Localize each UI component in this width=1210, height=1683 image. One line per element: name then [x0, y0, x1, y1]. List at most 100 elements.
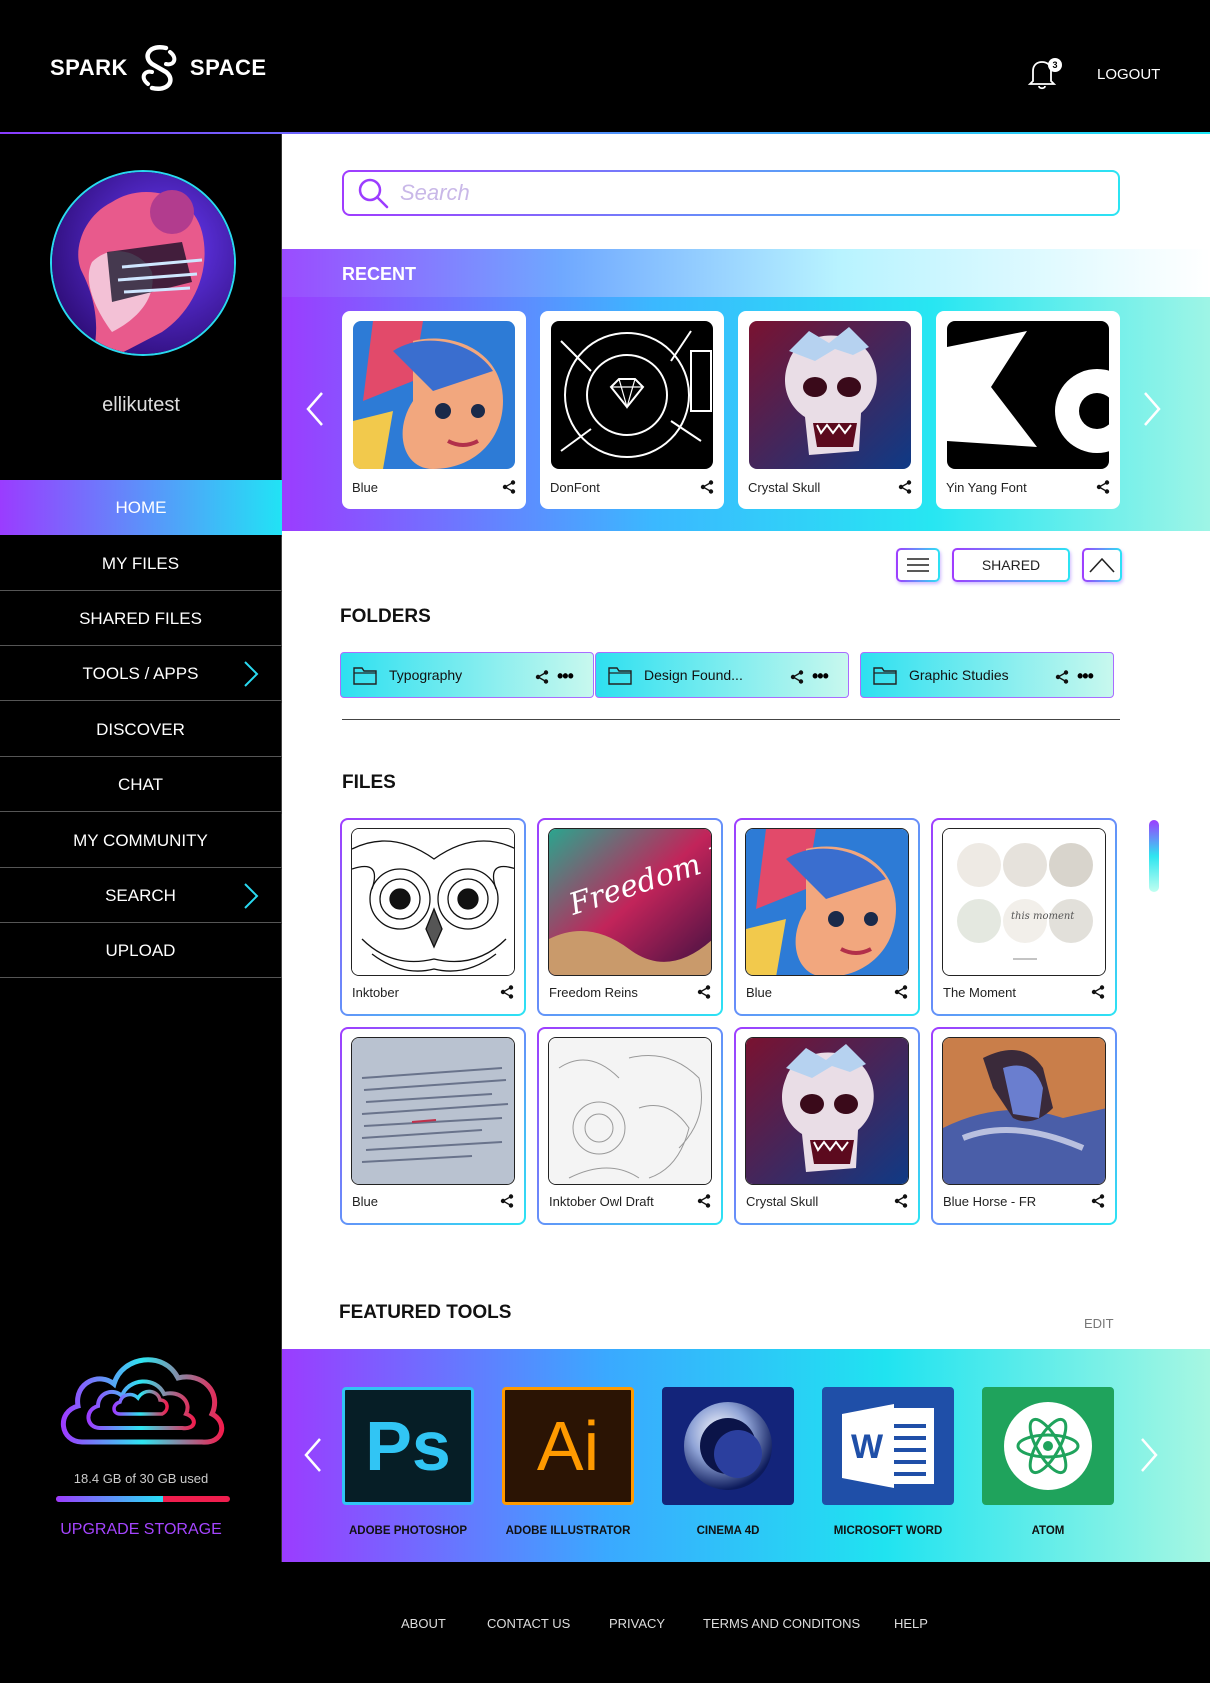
recent-card[interactable]: DonFont — [540, 311, 724, 509]
more-options-icon[interactable]: ••• — [557, 666, 574, 687]
recent-card[interactable]: Blue — [342, 311, 526, 509]
folder-item[interactable]: Typography ••• — [340, 652, 594, 698]
file-card[interactable]: Inktober — [340, 818, 526, 1016]
nav-tools-apps[interactable]: TOOLS / APPS — [0, 647, 282, 701]
folder-label: Graphic Studies — [909, 667, 1009, 683]
share-icon[interactable] — [502, 480, 516, 494]
username: ellikutest — [102, 394, 180, 416]
recent-thumbnail — [551, 321, 713, 469]
tool-word[interactable]: W MICROSOFT WORD — [822, 1387, 954, 1537]
tool-atom[interactable]: ATOM — [982, 1387, 1114, 1537]
recent-thumbnail — [749, 321, 911, 469]
file-card[interactable]: Blue Horse - FR — [931, 1027, 1117, 1225]
word-glyph: W — [851, 1428, 884, 1466]
edit-tools-link[interactable]: EDIT — [1084, 1316, 1114, 1331]
spark-logo-icon — [141, 44, 177, 92]
file-card[interactable]: Crystal Skull — [734, 1027, 920, 1225]
nav-home[interactable]: HOME — [0, 480, 282, 535]
avatar[interactable] — [50, 170, 236, 356]
more-options-icon[interactable]: ••• — [1077, 666, 1094, 687]
file-card[interactable]: Inktober Owl Draft — [537, 1027, 723, 1225]
tool-name: ADOBE PHOTOSHOP — [349, 1525, 467, 1537]
featured-tools-carousel: Ps ADOBE PHOTOSHOP Ai CINEMA 4D ADOBE IL… — [282, 1349, 1210, 1562]
shared-filter-button[interactable]: SHARED — [952, 548, 1070, 582]
file-card[interactable]: Blue — [734, 818, 920, 1016]
files-scrollbar[interactable] — [1149, 820, 1159, 892]
nav-shared-files[interactable]: SHARED FILES — [0, 592, 282, 646]
recent-card-label: Yin Yang Font — [946, 480, 1027, 495]
nav-discover[interactable]: DISCOVER — [0, 703, 282, 757]
word-icon: W — [822, 1387, 954, 1505]
file-thumbnail — [351, 828, 515, 976]
share-icon[interactable] — [894, 985, 908, 999]
file-thumbnail — [548, 1037, 712, 1185]
atom-icon — [982, 1387, 1114, 1505]
share-icon[interactable] — [894, 1194, 908, 1208]
section-divider — [342, 719, 1120, 720]
chevron-left-icon[interactable] — [298, 1435, 328, 1475]
blue-horse-image — [943, 1038, 1105, 1184]
footer-link-help[interactable]: HELP — [894, 1616, 928, 1631]
share-icon[interactable] — [1091, 1194, 1105, 1208]
tool-illustrator[interactable]: Ai CINEMA 4D ADOBE ILLUSTRATOR — [502, 1387, 634, 1537]
tool-name: CINEMA 4D — [696, 1525, 760, 1537]
logo-text-left: SPARK — [50, 55, 128, 80]
document-photo-image — [352, 1038, 514, 1184]
footer-link-privacy[interactable]: PRIVACY — [609, 1616, 665, 1631]
folder-item[interactable]: Graphic Studies ••• — [860, 652, 1114, 698]
share-icon[interactable] — [697, 985, 711, 999]
nav-upload[interactable]: UPLOAD — [0, 924, 282, 978]
search-input[interactable] — [400, 180, 1080, 206]
share-icon[interactable] — [898, 480, 912, 494]
logo[interactable]: SPARK SPACE — [50, 42, 267, 94]
file-card[interactable]: Blue — [340, 1027, 526, 1225]
folder-icon — [873, 667, 897, 685]
nav-tools-apps-label: TOOLS / APPS — [82, 663, 199, 683]
sidebar: ellikutest HOME MY FILES SHARED FILES TO… — [0, 134, 282, 1563]
file-card[interactable]: Freedom Reins Freedom Reins — [537, 818, 723, 1016]
recent-header — [282, 249, 1210, 297]
share-icon[interactable] — [500, 1194, 514, 1208]
list-view-button[interactable] — [896, 548, 940, 582]
photoshop-glyph: Ps — [365, 1407, 451, 1485]
chevron-right-icon[interactable] — [1137, 389, 1167, 429]
files-title: FILES — [342, 772, 396, 793]
upgrade-storage-button[interactable]: UPGRADE STORAGE — [0, 1521, 282, 1539]
recent-card-label: DonFont — [550, 480, 600, 495]
folder-item[interactable]: Design Found... ••• — [595, 652, 849, 698]
share-icon[interactable] — [1091, 985, 1105, 999]
file-card-label: Blue Horse - FR — [943, 1194, 1037, 1209]
footer-link-contact[interactable]: CONTACT US — [487, 1616, 570, 1631]
nav-my-community[interactable]: MY COMMUNITY — [0, 814, 282, 868]
search-bar[interactable] — [342, 170, 1120, 216]
share-icon[interactable] — [535, 670, 549, 684]
file-card[interactable]: this moment The Moment — [931, 818, 1117, 1016]
featured-tools-title: FEATURED TOOLS — [339, 1302, 512, 1323]
footer-link-about[interactable]: ABOUT — [401, 1616, 446, 1631]
collapse-button[interactable] — [1082, 548, 1122, 582]
nav-chat[interactable]: CHAT — [0, 758, 282, 812]
footer-link-terms[interactable]: TERMS AND CONDITONS — [703, 1616, 860, 1631]
share-icon[interactable] — [697, 1194, 711, 1208]
share-icon[interactable] — [790, 670, 804, 684]
chevron-left-icon[interactable] — [300, 389, 330, 429]
share-icon[interactable] — [700, 480, 714, 494]
tool-photoshop[interactable]: Ps ADOBE PHOTOSHOP — [342, 1387, 474, 1537]
recent-card-label: Crystal Skull — [748, 480, 821, 495]
recent-title: RECENT — [342, 264, 417, 284]
file-thumbnail — [745, 1037, 909, 1185]
nav-my-files-label: MY FILES — [101, 553, 180, 573]
nav-my-community-label: MY COMMUNITY — [73, 830, 208, 850]
recent-card[interactable]: Crystal Skull — [738, 311, 922, 509]
nav-search[interactable]: SEARCH — [0, 869, 282, 923]
logout-button[interactable]: LOGOUT — [1097, 66, 1160, 83]
tool-cinema4d[interactable]: CINEMA 4D — [662, 1387, 794, 1537]
more-options-icon[interactable]: ••• — [812, 666, 829, 687]
nav-my-files[interactable]: MY FILES — [0, 537, 282, 591]
share-icon[interactable] — [1096, 480, 1110, 494]
chevron-right-icon[interactable] — [1134, 1435, 1164, 1475]
share-icon[interactable] — [500, 985, 514, 999]
recent-card[interactable]: Yin Yang Font — [936, 311, 1120, 509]
word-doc-icon: W — [842, 1404, 934, 1488]
share-icon[interactable] — [1055, 670, 1069, 684]
